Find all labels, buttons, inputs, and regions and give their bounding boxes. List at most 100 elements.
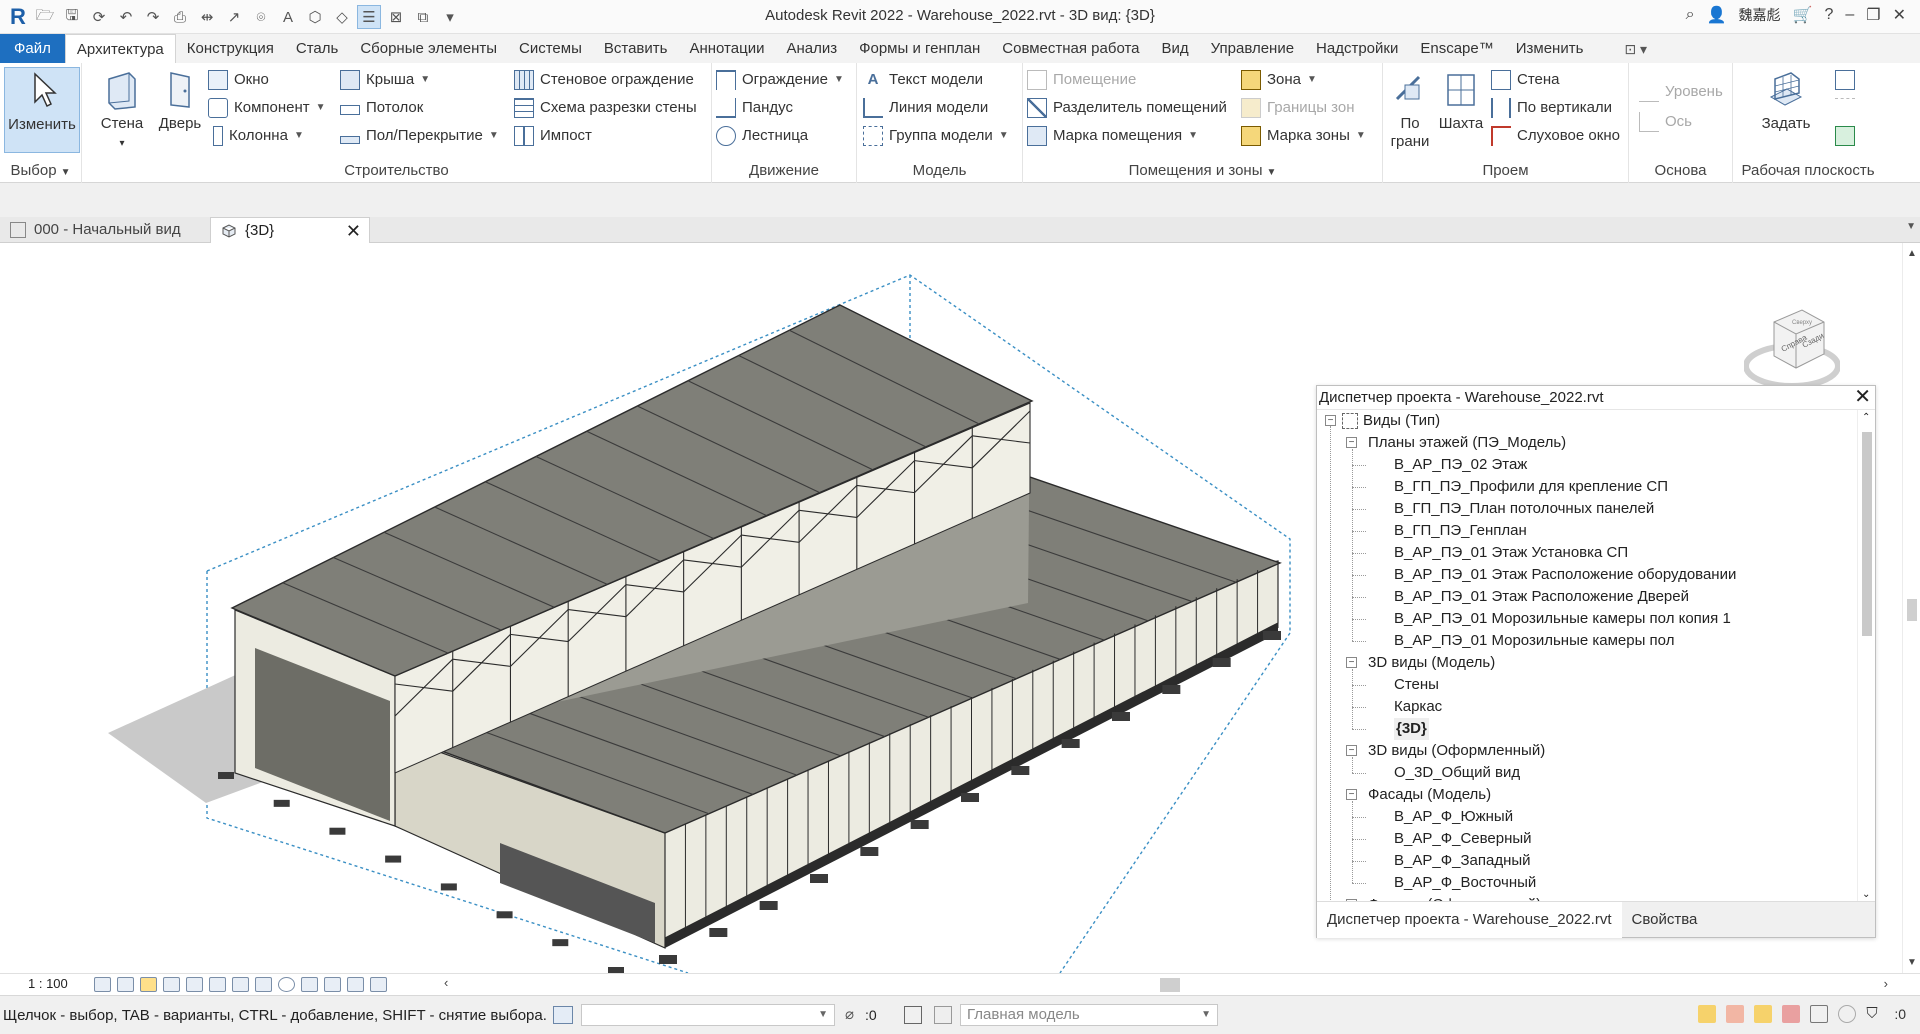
level-button[interactable]: Уровень — [1639, 79, 1723, 105]
tree-group[interactable]: 3D виды (Модель) — [1368, 652, 1495, 674]
tree-view-item[interactable]: В_АР_ПЭ_01 Морозильные камеры пол — [1394, 630, 1674, 652]
roof-button[interactable]: Крыша ▼ — [340, 67, 430, 93]
viewport-scroll-thumb[interactable] — [1907, 599, 1917, 621]
curtain-grid-button[interactable]: Схема разрезки стены — [514, 95, 697, 121]
analytical-model-icon[interactable] — [370, 977, 387, 992]
tree-view-item[interactable]: В_АР_ПЭ_01 Морозильные камеры пол копия … — [1394, 608, 1731, 630]
measure-icon[interactable]: ⇹ — [195, 5, 219, 29]
save-icon[interactable]: 🖫 — [60, 5, 84, 29]
workset-combo[interactable]: ▼ — [581, 1004, 835, 1026]
tab-annotate[interactable]: Аннотации — [678, 34, 775, 64]
show-work-plane-icon[interactable] — [1835, 67, 1861, 93]
tree-view-item[interactable]: В_ГП_ПЭ_План потолочных панелей — [1394, 498, 1654, 520]
3d-view-icon[interactable]: ⬡ — [303, 5, 327, 29]
tree-root-views[interactable]: Виды (Тип) — [1363, 410, 1440, 432]
ceiling-button[interactable]: Потолок — [340, 95, 423, 121]
tree-view-item[interactable]: В_АР_Ф_Южный — [1394, 806, 1513, 828]
section-icon[interactable]: ◇ — [330, 5, 354, 29]
component-button[interactable]: Компонент ▼ — [208, 95, 326, 121]
close-button[interactable]: ✕ — [1893, 5, 1906, 25]
tab-starting-view[interactable]: 000 - Начальный вид — [0, 217, 210, 243]
set-work-plane-button[interactable]: Задать — [1755, 67, 1817, 133]
railing-button[interactable]: Ограждение ▼ — [716, 67, 844, 93]
drag-elements-icon[interactable] — [1810, 1005, 1829, 1023]
close-tab-icon[interactable]: ✕ — [346, 218, 361, 244]
tree-view-item[interactable]: В_АР_ПЭ_01 Этаж Расположение оборудовани… — [1394, 564, 1736, 586]
tab-addins[interactable]: Надстройки — [1305, 34, 1409, 64]
shaft-button[interactable]: Шахта — [1437, 67, 1485, 133]
lock-view-icon[interactable] — [255, 977, 272, 992]
floor-button[interactable]: Пол/Перекрытие ▼ — [340, 123, 499, 149]
tab-3d-view[interactable]: {3D} ✕ — [210, 217, 370, 243]
sync-icon[interactable]: ⟳ — [87, 5, 111, 29]
tree-group[interactable]: 3D виды (Оформленный) — [1368, 740, 1545, 762]
tree-group[interactable]: Фасады (Модель) — [1368, 784, 1491, 806]
pb-scroll-thumb[interactable] — [1862, 432, 1872, 636]
search-binoculars-icon[interactable]: ⌕ — [1686, 6, 1695, 24]
shadows-icon[interactable] — [163, 977, 180, 992]
tree-view-item[interactable]: В_АР_ПЭ_01 Этаж Установка СП — [1394, 542, 1628, 564]
select-links-icon[interactable] — [1698, 1005, 1717, 1023]
dormer-button[interactable]: Слуховое окно — [1491, 123, 1620, 149]
text-icon[interactable]: A — [276, 5, 300, 29]
curtain-system-button[interactable]: Стеновое ограждение — [514, 67, 694, 93]
panel-select-label[interactable]: Выбор ▼ — [0, 162, 81, 179]
tab-steel[interactable]: Сталь — [285, 34, 349, 64]
area-boundary-button[interactable]: Границы зон — [1241, 95, 1355, 121]
modify-button[interactable]: Изменить — [4, 67, 80, 153]
vertical-opening-button[interactable]: По вертикали — [1491, 95, 1612, 121]
cart-icon[interactable]: 🛒 — [1793, 5, 1813, 25]
sun-path-icon[interactable] — [140, 977, 157, 992]
workset-icon[interactable] — [553, 1006, 573, 1024]
visual-style-icon[interactable] — [117, 977, 134, 992]
h-scroll-right-icon[interactable]: › — [1884, 976, 1888, 991]
view-cube[interactable]: Справа Сзади Сверху — [1744, 296, 1840, 392]
window-button[interactable]: Окно — [208, 67, 269, 93]
render-icon[interactable] — [186, 977, 203, 992]
scroll-up-icon[interactable]: ▲ — [1907, 248, 1917, 259]
maximize-button[interactable]: ❐ — [1866, 5, 1880, 25]
background-processes-icon[interactable] — [1838, 1005, 1857, 1023]
model-line-button[interactable]: Линия модели — [863, 95, 988, 121]
tab-structure[interactable]: Конструкция — [176, 34, 285, 64]
opening-by-face-button[interactable]: По грани — [1387, 67, 1433, 151]
tab-view[interactable]: Вид — [1151, 34, 1200, 64]
design-options-icon[interactable] — [904, 1006, 922, 1024]
tab-massing[interactable]: Формы и генплан — [848, 34, 991, 64]
panel-room-area-label[interactable]: Помещения и зоны ▼ — [1023, 162, 1382, 179]
editing-requests-icon[interactable]: ⌀ — [845, 1005, 854, 1023]
select-underlay-icon[interactable] — [1726, 1005, 1745, 1023]
tree-view-item[interactable]: В_АР_ПЭ_02 Этаж — [1394, 454, 1527, 476]
user-name[interactable]: 魏嘉彪 — [1739, 5, 1781, 25]
redo-icon[interactable]: ↷ — [141, 5, 165, 29]
main-model-combo[interactable]: Главная модель ▼ — [960, 1004, 1218, 1026]
tab-enscape[interactable]: Enscape™ — [1409, 34, 1504, 64]
tree-group-toggle-icon[interactable]: − — [1346, 437, 1357, 448]
viewport-vertical-scrollbar[interactable]: ▲ ▼ — [1902, 243, 1920, 973]
close-hidden-icon[interactable]: ⊠ — [384, 5, 408, 29]
grid-button[interactable]: Ось — [1639, 109, 1692, 135]
tree-collapse-icon[interactable]: − — [1325, 415, 1336, 426]
pb-scroll-up-icon[interactable]: ⌃ — [1862, 412, 1870, 423]
revit-app-icon[interactable]: R — [6, 4, 30, 29]
tab-modify[interactable]: Изменить — [1505, 34, 1595, 64]
mullion-button[interactable]: Импост — [514, 123, 592, 149]
tab-properties[interactable]: Свойства — [1622, 902, 1708, 938]
tree-view-item[interactable]: {3D} — [1394, 718, 1429, 740]
tree-view-item[interactable]: В_ГП_ПЭ_Профили для крепление СП — [1394, 476, 1668, 498]
wall-opening-button[interactable]: Стена — [1491, 67, 1560, 93]
tree-view-item[interactable]: Каркас — [1394, 696, 1442, 718]
tree-view-item[interactable]: В_АР_Ф_Восточный — [1394, 872, 1536, 894]
tree-view-item[interactable]: В_АР_Ф_Западный — [1394, 850, 1531, 872]
ramp-button[interactable]: Пандус — [716, 95, 793, 121]
model-group-button[interactable]: Группа модели ▼ — [863, 123, 1009, 149]
tree-view-item[interactable]: В_ГП_ПЭ_Генплан — [1394, 520, 1527, 542]
customize-qat-icon[interactable]: ▾ — [438, 5, 462, 29]
stair-button[interactable]: Лестница — [716, 123, 808, 149]
tree-group[interactable]: Планы этажей (ПЭ_Модель) — [1368, 432, 1566, 454]
model-text-button[interactable]: A Текст модели — [863, 67, 983, 93]
ribbon-display-toggle-icon[interactable]: ⊡ ▾ — [1624, 41, 1647, 58]
tab-insert[interactable]: Вставить — [593, 34, 679, 64]
tree-group-toggle-icon[interactable]: − — [1346, 745, 1357, 756]
detail-level-icon[interactable] — [94, 977, 111, 992]
